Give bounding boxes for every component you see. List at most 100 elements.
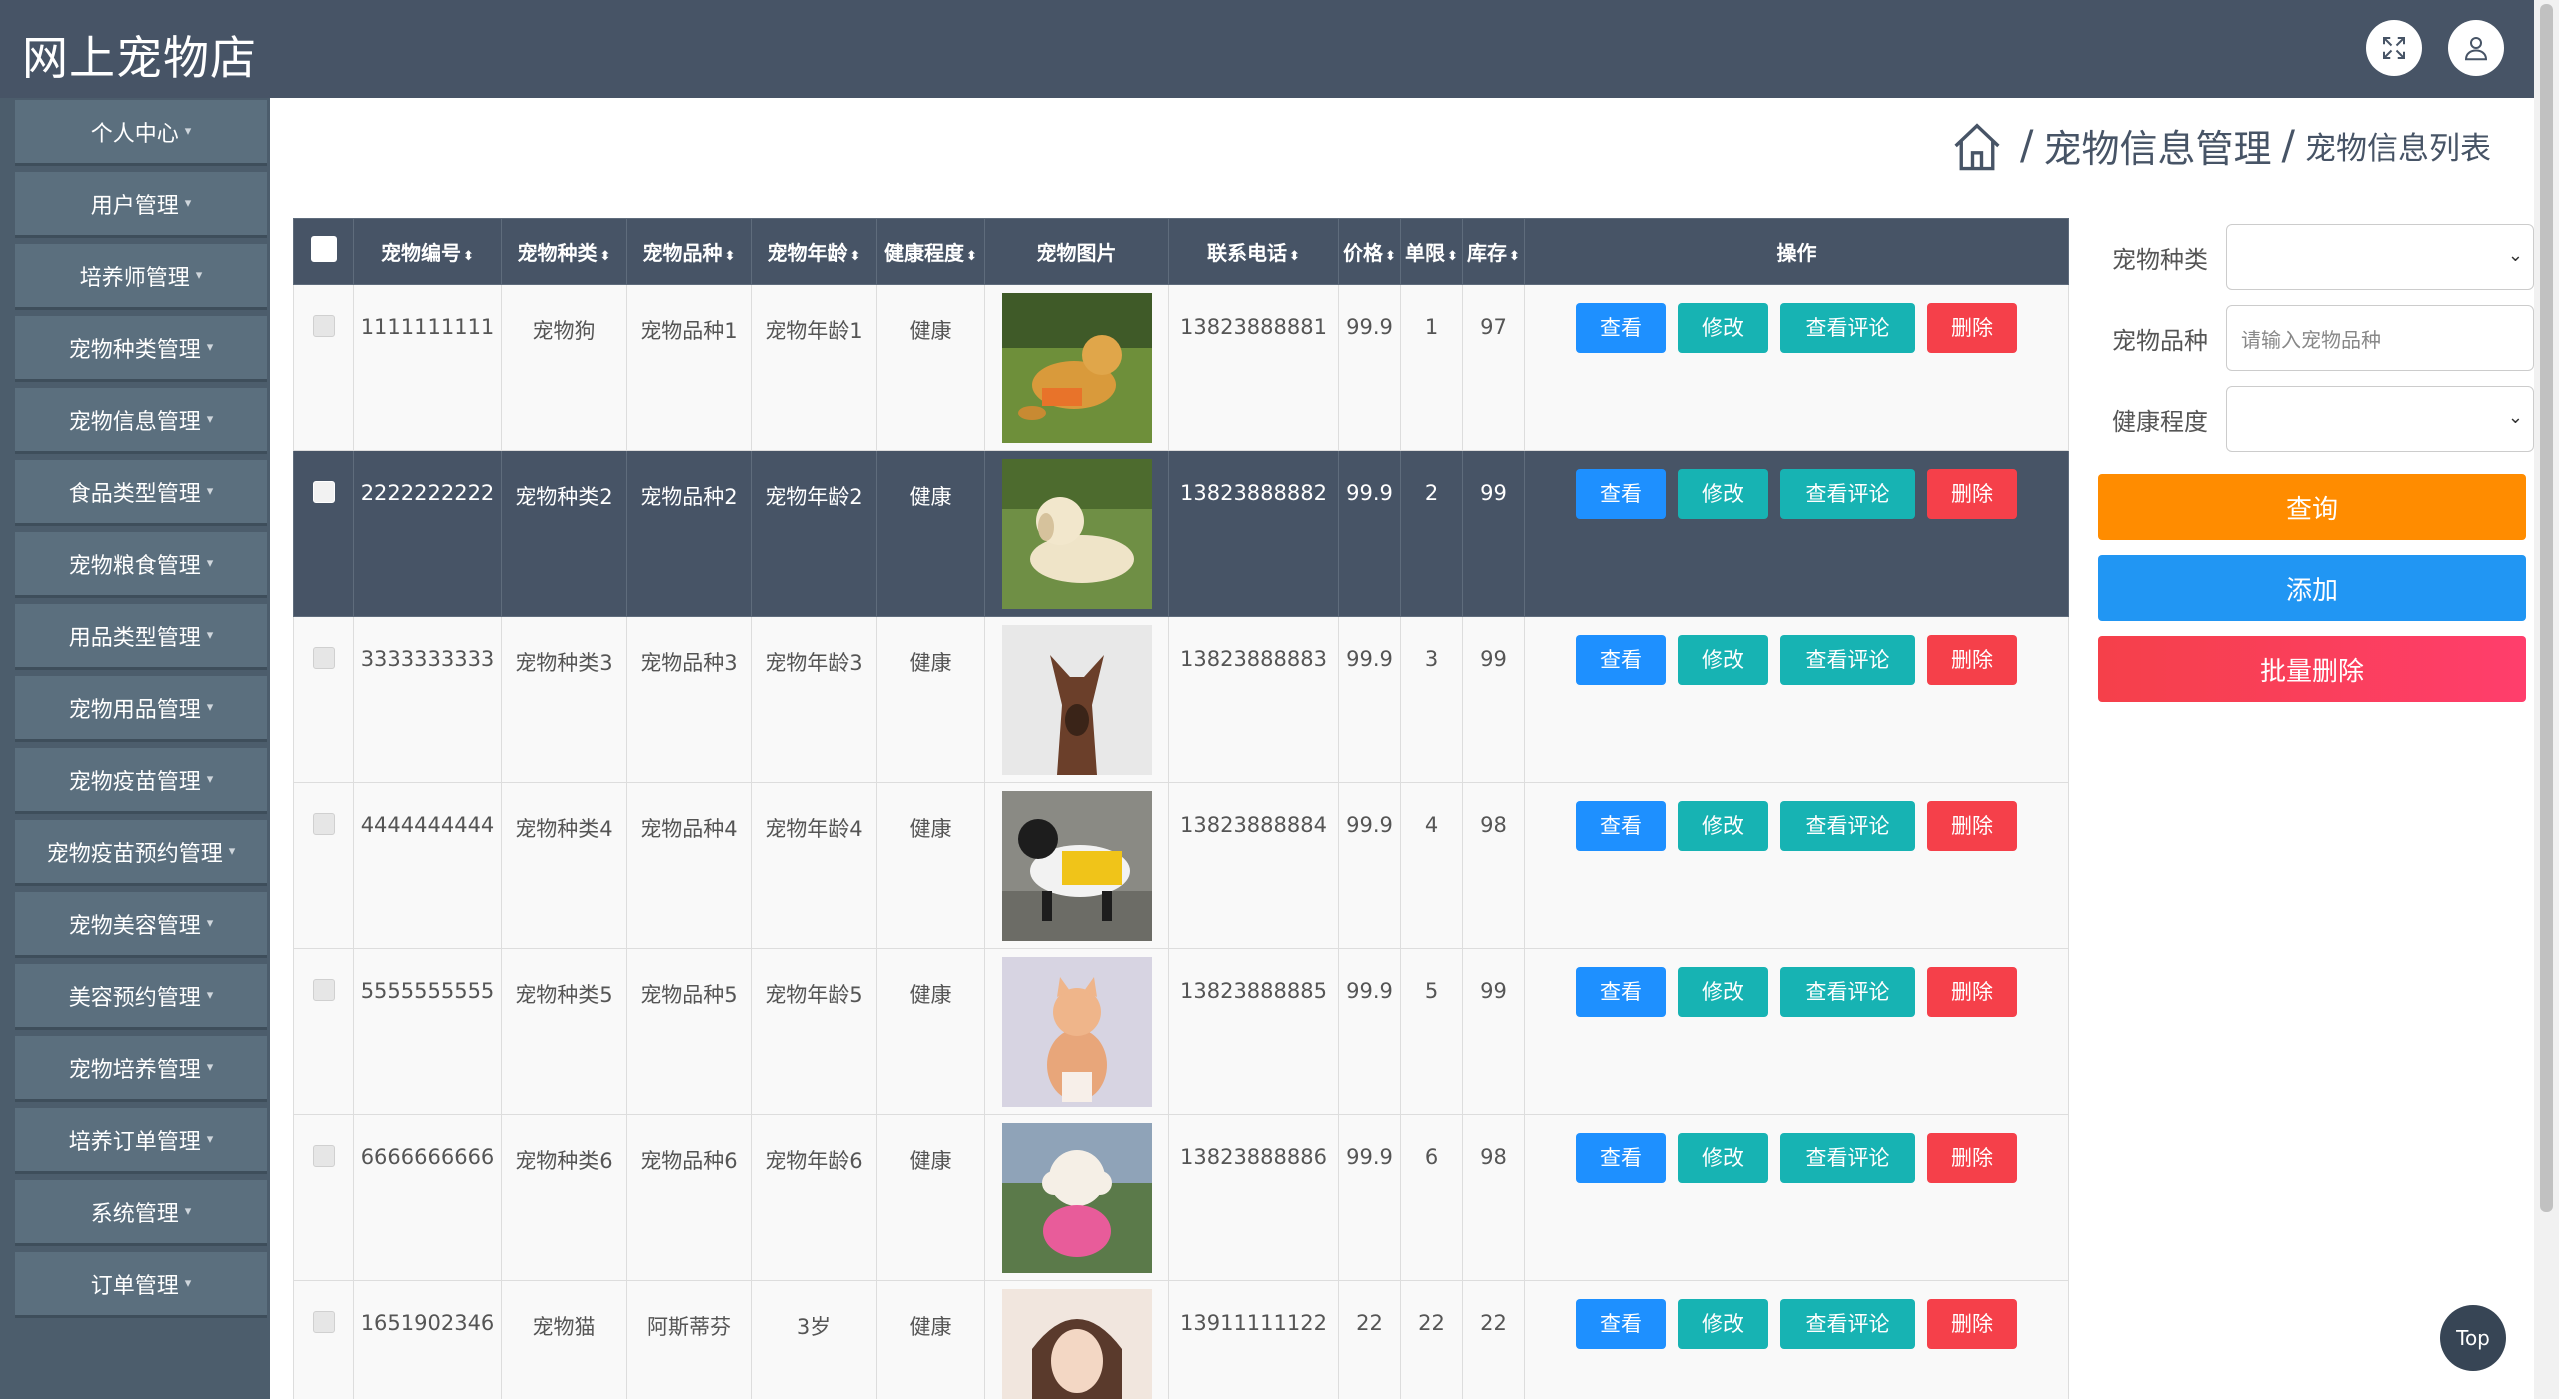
- add-button[interactable]: 添加: [2098, 555, 2526, 621]
- sidebar-item-label: 美容预约管理: [68, 985, 201, 1011]
- home-icon[interactable]: [1950, 119, 2004, 173]
- sidebar-item[interactable]: 宠物粮食管理 ▾: [15, 532, 267, 598]
- sidebar-item[interactable]: 宠物种类管理 ▾: [15, 316, 267, 382]
- header-pet-id[interactable]: 宠物编号 ⬍: [353, 218, 502, 285]
- sidebar-item[interactable]: 宠物疫苗管理 ▾: [15, 748, 267, 814]
- view-comments-button[interactable]: 查看评论: [1780, 967, 1915, 1017]
- breadcrumb-pet-info-management[interactable]: 宠物信息管理: [2044, 118, 2272, 173]
- sidebar-item[interactable]: 用品类型管理 ▾: [15, 604, 267, 670]
- view-button[interactable]: 查看: [1576, 967, 1666, 1017]
- pet-age-cell: 宠物年龄1: [751, 284, 877, 451]
- row-checkbox[interactable]: [312, 813, 335, 835]
- header-limit[interactable]: 单限 ⬍: [1400, 218, 1463, 285]
- pet-breed-input[interactable]: 请输入宠物品种: [2226, 305, 2534, 371]
- delete-button[interactable]: 删除: [1927, 1133, 2017, 1183]
- operations-cell: 查看 修改 查看评论 删除: [1524, 616, 2069, 783]
- batch-delete-button[interactable]: 批量删除: [2098, 636, 2526, 702]
- sidebar-item[interactable]: 培养订单管理 ▾: [15, 1108, 267, 1174]
- edit-button[interactable]: 修改: [1678, 1299, 1768, 1349]
- sidebar-item[interactable]: 订单管理 ▾: [15, 1252, 267, 1318]
- row-checkbox[interactable]: [312, 979, 335, 1001]
- query-button[interactable]: 查询: [2098, 474, 2526, 540]
- edit-button[interactable]: 修改: [1678, 967, 1768, 1017]
- edit-button[interactable]: 修改: [1678, 469, 1768, 519]
- sidebar-item-label: 用户管理: [90, 193, 179, 219]
- header-pet-age[interactable]: 宠物年龄 ⬍: [751, 218, 877, 285]
- fullscreen-icon: [2383, 37, 2405, 59]
- header-stock[interactable]: 库存 ⬍: [1462, 218, 1525, 285]
- pet-image-cell: [984, 782, 1169, 949]
- table-row[interactable]: 6666666666 宠物种类6 宠物品种6 宠物年龄6 健康 13823888886 99…: [293, 1114, 2069, 1281]
- price-cell: 99.9: [1338, 616, 1401, 783]
- sidebar-item-label: 宠物疫苗预约管理: [46, 841, 223, 867]
- health-select[interactable]: ⌄: [2226, 386, 2534, 452]
- delete-button[interactable]: 删除: [1927, 635, 2017, 685]
- pet-type-cell: 宠物种类6: [501, 1114, 627, 1281]
- table-row[interactable]: 5555555555 宠物种类5 宠物品种5 宠物年龄5 健康 13823888885 99…: [293, 948, 2069, 1115]
- table-row[interactable]: 4444444444 宠物种类4 宠物品种4 宠物年龄4 健康 13823888884 99…: [293, 782, 2069, 949]
- view-button[interactable]: 查看: [1576, 635, 1666, 685]
- view-comments-button[interactable]: 查看评论: [1780, 801, 1915, 851]
- sidebar-item[interactable]: 宠物培养管理 ▾: [15, 1036, 267, 1102]
- view-comments-button[interactable]: 查看评论: [1780, 469, 1915, 519]
- edit-button[interactable]: 修改: [1678, 801, 1768, 851]
- sidebar-item[interactable]: 食品类型管理 ▾: [15, 460, 267, 526]
- user-menu-button[interactable]: [2448, 20, 2504, 76]
- delete-button[interactable]: 删除: [1927, 801, 2017, 851]
- sidebar-item-label: 培养师管理: [79, 265, 190, 291]
- pet-image-cell: [984, 1114, 1169, 1281]
- select-all-checkbox[interactable]: [310, 236, 337, 262]
- row-checkbox[interactable]: [312, 481, 335, 503]
- edit-button[interactable]: 修改: [1678, 635, 1768, 685]
- table-row[interactable]: 2222222222 宠物种类2 宠物品种2 宠物年龄2 健康 13823888882 99…: [293, 450, 2069, 617]
- view-button[interactable]: 查看: [1576, 1299, 1666, 1349]
- table-row[interactable]: 3333333333 宠物种类3 宠物品种3 宠物年龄3 健康 13823888883 99…: [293, 616, 2069, 783]
- sidebar-item[interactable]: 宠物信息管理 ▾: [15, 388, 267, 454]
- health-cell: 健康: [876, 1280, 985, 1399]
- view-comments-button[interactable]: 查看评论: [1780, 303, 1915, 353]
- row-checkbox[interactable]: [312, 647, 335, 669]
- row-checkbox[interactable]: [312, 1311, 335, 1333]
- view-button[interactable]: 查看: [1576, 469, 1666, 519]
- sidebar-item[interactable]: 宠物疫苗预约管理 ▾: [15, 820, 267, 886]
- sidebar-item[interactable]: 用户管理 ▾: [15, 172, 267, 238]
- header-price[interactable]: 价格 ⬍: [1338, 218, 1401, 285]
- row-checkbox[interactable]: [312, 315, 335, 337]
- header-phone[interactable]: 联系电话 ⬍: [1168, 218, 1339, 285]
- pet-type-select[interactable]: ⌄: [2226, 224, 2534, 290]
- sidebar-item[interactable]: 美容预约管理 ▾: [15, 964, 267, 1030]
- back-to-top-button[interactable]: Top: [2440, 1305, 2506, 1371]
- row-checkbox[interactable]: [312, 1145, 335, 1167]
- header-pet-type[interactable]: 宠物种类 ⬍: [501, 218, 627, 285]
- sidebar-item[interactable]: 系统管理 ▾: [15, 1180, 267, 1246]
- delete-button[interactable]: 删除: [1927, 303, 2017, 353]
- sidebar-item[interactable]: 宠物美容管理 ▾: [15, 892, 267, 958]
- delete-button[interactable]: 删除: [1927, 1299, 2017, 1349]
- view-comments-button[interactable]: 查看评论: [1780, 1133, 1915, 1183]
- table-row[interactable]: 1651902346 宠物猫 阿斯蒂芬 3岁 健康 13911111122 22 22 22 查看…: [293, 1280, 2069, 1399]
- view-comments-button[interactable]: 查看评论: [1780, 635, 1915, 685]
- row-select-cell: [293, 284, 354, 451]
- page-scrollbar[interactable]: [2534, 0, 2559, 1399]
- view-button[interactable]: 查看: [1576, 303, 1666, 353]
- stock-cell: 98: [1462, 782, 1525, 949]
- edit-button[interactable]: 修改: [1678, 1133, 1768, 1183]
- sidebar-item[interactable]: 培养师管理 ▾: [15, 244, 267, 310]
- delete-button[interactable]: 删除: [1927, 967, 2017, 1017]
- sidebar-item[interactable]: 个人中心 ▾: [15, 100, 267, 166]
- scrollbar-thumb[interactable]: [2540, 4, 2553, 1212]
- sidebar-item-label: 宠物疫苗管理: [68, 769, 201, 795]
- row-select-cell: [293, 1114, 354, 1281]
- view-button[interactable]: 查看: [1576, 801, 1666, 851]
- view-comments-button[interactable]: 查看评论: [1780, 1299, 1915, 1349]
- stock-cell: 99: [1462, 948, 1525, 1115]
- sidebar-item[interactable]: 宠物用品管理 ▾: [15, 676, 267, 742]
- view-button[interactable]: 查看: [1576, 1133, 1666, 1183]
- fullscreen-button[interactable]: [2366, 20, 2422, 76]
- sidebar: 个人中心 ▾ 用户管理 ▾ 培养师管理 ▾ 宠物种类管理 ▾ 宠物信息管理 ▾ 食品类型管理 ▾ 宠物粮…: [0, 98, 270, 1399]
- edit-button[interactable]: 修改: [1678, 303, 1768, 353]
- header-pet-breed[interactable]: 宠物品种 ⬍: [626, 218, 752, 285]
- table-row[interactable]: 1111111111 宠物狗 宠物品种1 宠物年龄1 健康 13823888881 99.9…: [293, 284, 2069, 451]
- header-health[interactable]: 健康程度 ⬍: [876, 218, 985, 285]
- delete-button[interactable]: 删除: [1927, 469, 2017, 519]
